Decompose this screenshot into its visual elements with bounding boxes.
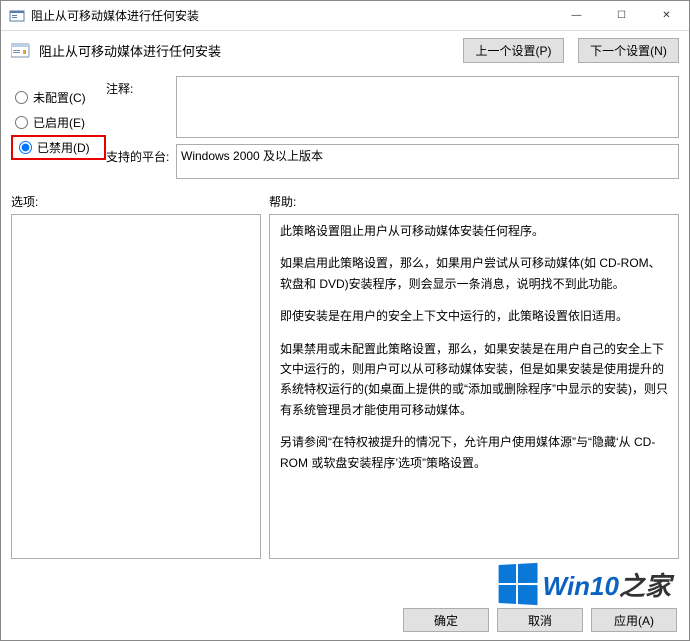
section-labels: 选项: 帮助:: [1, 187, 689, 214]
radio-disabled-input[interactable]: [19, 141, 32, 154]
radio-not-configured-label: 未配置(C): [33, 89, 86, 106]
header-row: 阻止从可移动媒体进行任何安装 上一个设置(P) 下一个设置(N): [1, 31, 689, 70]
platform-field-row: 支持的平台:: [106, 144, 679, 179]
radio-enabled-label: 已启用(E): [33, 114, 85, 131]
platform-textarea: [176, 144, 679, 179]
maximize-button[interactable]: ☐: [599, 1, 644, 30]
footer-buttons: 确定 取消 应用(A): [403, 608, 677, 632]
options-panel: [11, 214, 261, 559]
title-bar: 阻止从可移动媒体进行任何安装 — ☐ ✕: [1, 1, 689, 31]
config-area: 未配置(C) 已启用(E) 已禁用(D) 注释: 支持的平台:: [1, 70, 689, 187]
minimize-button[interactable]: —: [554, 1, 599, 30]
watermark: Win10之家: [497, 564, 671, 604]
ok-button[interactable]: 确定: [403, 608, 489, 632]
radio-not-configured[interactable]: 未配置(C): [11, 85, 106, 110]
radio-disabled-highlight: 已禁用(D): [11, 135, 106, 160]
comment-label: 注释:: [106, 76, 176, 97]
policy-title: 阻止从可移动媒体进行任何安装: [39, 41, 449, 60]
help-paragraph: 即使安装是在用户的安全上下文中运行的，此策略设置依旧适用。: [280, 306, 668, 326]
radio-disabled-label: 已禁用(D): [37, 139, 90, 156]
cancel-button[interactable]: 取消: [497, 608, 583, 632]
help-paragraph: 此策略设置阻止用户从可移动媒体安装任何程序。: [280, 221, 668, 241]
radio-disabled[interactable]: 已禁用(D): [15, 139, 90, 156]
panels: 此策略设置阻止用户从可移动媒体安装任何程序。 如果启用此策略设置，那么，如果用户…: [1, 214, 689, 559]
close-button[interactable]: ✕: [644, 1, 689, 30]
comment-field-row: 注释:: [106, 76, 679, 138]
radio-enabled-input[interactable]: [15, 116, 28, 129]
help-paragraph: 如果禁用或未配置此策略设置，那么，如果安装是在用户自己的安全上下文中运行的，则用…: [280, 339, 668, 421]
comment-textarea[interactable]: [176, 76, 679, 138]
next-setting-button[interactable]: 下一个设置(N): [578, 38, 679, 63]
options-label: 选项:: [11, 193, 269, 210]
help-label: 帮助:: [269, 193, 679, 210]
help-paragraph: 另请参阅“在特权被提升的情况下，允许用户使用媒体源”与“隐藏‘从 CD-ROM …: [280, 432, 668, 473]
window-title: 阻止从可移动媒体进行任何安装: [31, 7, 554, 24]
radio-enabled[interactable]: 已启用(E): [11, 110, 106, 135]
windows-logo-icon: [498, 563, 537, 605]
window-icon: [9, 8, 25, 24]
window-controls: — ☐ ✕: [554, 1, 689, 30]
radio-not-configured-input[interactable]: [15, 91, 28, 104]
help-paragraph: 如果启用此策略设置，那么，如果用户尝试从可移动媒体(如 CD-ROM、软盘和 D…: [280, 253, 668, 294]
apply-button[interactable]: 应用(A): [591, 608, 677, 632]
policy-icon: [11, 42, 31, 60]
help-panel[interactable]: 此策略设置阻止用户从可移动媒体安装任何程序。 如果启用此策略设置，那么，如果用户…: [269, 214, 679, 559]
platform-label: 支持的平台:: [106, 144, 176, 165]
previous-setting-button[interactable]: 上一个设置(P): [463, 38, 564, 63]
fields-column: 注释: 支持的平台:: [106, 70, 679, 179]
state-radio-group: 未配置(C) 已启用(E) 已禁用(D): [11, 70, 106, 179]
watermark-text: Win10之家: [543, 566, 671, 603]
